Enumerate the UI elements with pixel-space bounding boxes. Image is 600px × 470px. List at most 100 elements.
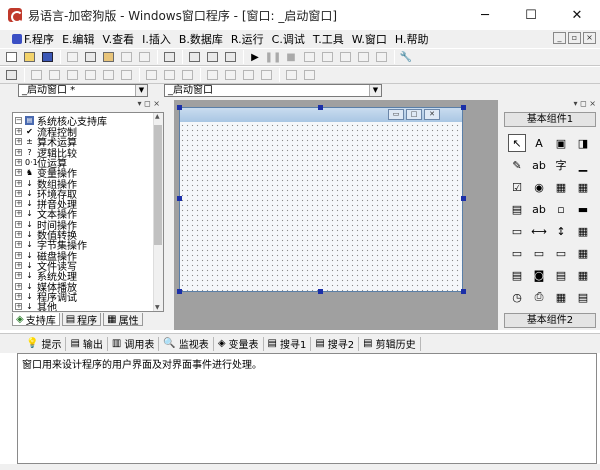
bottom-tab[interactable]: ▤ 剪辑历史 — [359, 336, 421, 351]
toolbox-component-icon[interactable]: ▭ — [508, 222, 526, 240]
menu-program[interactable]: F.程序 — [0, 30, 58, 48]
undo-icon[interactable] — [118, 50, 134, 64]
cut-icon[interactable] — [64, 50, 80, 64]
resize-handle-w[interactable] — [177, 196, 182, 201]
center-vertical-icon[interactable] — [258, 68, 274, 82]
align-left-icon[interactable] — [28, 68, 44, 82]
toolbox-component-icon[interactable]: ✎ — [508, 156, 526, 174]
chevron-down-icon[interactable]: ▼ — [135, 85, 147, 96]
bottom-tab[interactable]: ▤ 搜寻1 — [264, 336, 312, 351]
mdi-close-button[interactable]: × — [583, 32, 596, 44]
toolbox-component-icon[interactable]: ▤ — [508, 266, 526, 284]
run-icon[interactable]: ▶ — [247, 50, 263, 64]
menu-debug[interactable]: C.调试 — [268, 30, 309, 48]
align-center-icon[interactable] — [46, 68, 62, 82]
menu-insert[interactable]: I.插入 — [138, 30, 175, 48]
tab-program[interactable]: ▤ 程序 — [61, 313, 102, 327]
toolbox-component-icon[interactable]: ▤ — [508, 200, 526, 218]
close-button[interactable]: ✕ — [554, 0, 600, 30]
redo-icon[interactable] — [136, 50, 152, 64]
bottom-tab[interactable]: ▤ 输出 — [66, 336, 108, 351]
grid-layout-icon[interactable] — [204, 50, 220, 64]
expand-icon[interactable]: + — [15, 241, 22, 249]
resize-handle-ne[interactable] — [461, 105, 466, 110]
panel-layout-icon[interactable] — [222, 50, 238, 64]
library-tree[interactable]: − ▤ 系统核心支持库 + ✔ 流程控制 + ± 算术运算 +? 逻辑比较 +0·1 位运算 + ♞ 变… — [12, 112, 164, 312]
toolbox-component-icon[interactable]: ab — [530, 200, 548, 218]
tree-item[interactable]: + ↓ 其他 — [15, 302, 57, 311]
bottom-tab[interactable]: 💡 提示 — [22, 336, 67, 351]
toolbox-component-icon[interactable]: ☑ — [508, 178, 526, 196]
expand-icon[interactable]: + — [15, 272, 22, 280]
form-caption-bar[interactable]: ▭ □ ✕ — [180, 108, 462, 122]
toolbox-component-icon[interactable]: ▤ — [552, 266, 570, 284]
copy-icon[interactable] — [82, 50, 98, 64]
menu-edit[interactable]: E.编辑 — [58, 30, 98, 48]
expand-icon[interactable]: + — [15, 231, 22, 238]
space-vertical-icon[interactable] — [222, 68, 238, 82]
resize-handle-se[interactable] — [461, 289, 466, 294]
maximize-button[interactable]: ☐ — [508, 0, 554, 30]
mdi-minimize-button[interactable]: _ — [553, 32, 566, 44]
expand-icon[interactable]: + — [15, 148, 22, 156]
menu-help[interactable]: H.帮助 — [391, 30, 433, 48]
toolbox-component-icon[interactable]: ▤ — [574, 288, 592, 306]
window-layout-icon[interactable] — [186, 50, 202, 64]
align-middle-icon[interactable] — [100, 68, 116, 82]
helper-icon[interactable]: 🔧 — [398, 50, 414, 64]
scroll-down-icon[interactable]: ▼ — [155, 304, 160, 311]
toolbox-component-icon[interactable]: ▭ — [530, 244, 548, 262]
same-width-icon[interactable] — [143, 68, 159, 82]
same-size-icon[interactable] — [179, 68, 195, 82]
menu-window[interactable]: W.窗口 — [348, 30, 391, 48]
expand-icon[interactable]: + — [15, 292, 22, 300]
stop-icon[interactable]: ■ — [283, 50, 299, 64]
step-out-icon[interactable] — [355, 50, 371, 64]
bottom-tab[interactable]: ▤ 搜寻2 — [311, 336, 360, 351]
expand-icon[interactable]: + — [15, 128, 22, 135]
scroll-thumb[interactable] — [154, 125, 162, 245]
hint-output-panel[interactable]: 窗口用来设计程序的用户界面及对界面事件进行处理。 — [17, 353, 597, 464]
menu-tools[interactable]: T.工具 — [309, 30, 348, 48]
collapse-icon[interactable]: − — [15, 117, 22, 124]
mdi-restore-button[interactable]: ▫ — [568, 32, 581, 44]
center-horizontal-icon[interactable] — [240, 68, 256, 82]
expand-icon[interactable]: + — [15, 200, 22, 208]
expand-icon[interactable]: + — [15, 282, 22, 290]
chevron-down-icon[interactable]: ▼ — [369, 85, 381, 96]
resize-handle-s[interactable] — [318, 289, 323, 294]
toolbox-component-icon[interactable]: ↖ — [508, 134, 526, 152]
find-icon[interactable] — [161, 50, 177, 64]
send-back-icon[interactable] — [301, 68, 317, 82]
toolbox-component-icon[interactable]: ⎙ — [530, 288, 548, 306]
left-panel-controls[interactable]: ▾ ◻ × — [0, 98, 168, 110]
toolbox-component-icon[interactable]: ◉ — [530, 178, 548, 196]
toolbox-component-icon[interactable]: ▦ — [552, 288, 570, 306]
save-icon[interactable] — [39, 50, 55, 64]
align-right-icon[interactable] — [64, 68, 80, 82]
new-file-icon[interactable] — [3, 50, 19, 64]
toolbox-component-icon[interactable]: ⟷ — [530, 222, 548, 240]
open-file-icon[interactable] — [21, 50, 37, 64]
toolbox-component-icon[interactable]: ▭ — [552, 244, 570, 262]
right-panel-controls[interactable]: ▾ ◻ × — [500, 98, 600, 110]
toolbox-component-icon[interactable]: ▦ — [574, 266, 592, 284]
expand-icon[interactable]: + — [15, 261, 22, 269]
toolbox-group-basic1[interactable]: 基本组件1 — [504, 112, 596, 127]
bottom-tab[interactable]: ▥ 调用表 — [108, 336, 160, 351]
toolbox-group-basic2[interactable]: 基本组件2 — [504, 313, 596, 328]
toolbox-component-icon[interactable]: ▫ — [552, 200, 570, 218]
bottom-tab[interactable]: ◈ 变量表 — [214, 336, 264, 351]
toolbox-component-icon[interactable]: ▦ — [552, 178, 570, 196]
resize-handle-sw[interactable] — [177, 289, 182, 294]
tree-scrollbar[interactable]: ▲ ▼ — [153, 113, 163, 311]
scroll-up-icon[interactable]: ▲ — [155, 113, 160, 120]
expand-icon[interactable]: + — [15, 189, 22, 197]
toolbox-component-icon[interactable]: ▦ — [574, 222, 592, 240]
bring-front-icon[interactable] — [283, 68, 299, 82]
align-grid-icon[interactable] — [3, 68, 19, 82]
menu-view[interactable]: V.查看 — [99, 30, 139, 48]
expand-icon[interactable]: + — [15, 158, 22, 166]
toolbox-component-icon[interactable]: A — [530, 134, 548, 152]
resize-handle-n[interactable] — [318, 105, 323, 110]
